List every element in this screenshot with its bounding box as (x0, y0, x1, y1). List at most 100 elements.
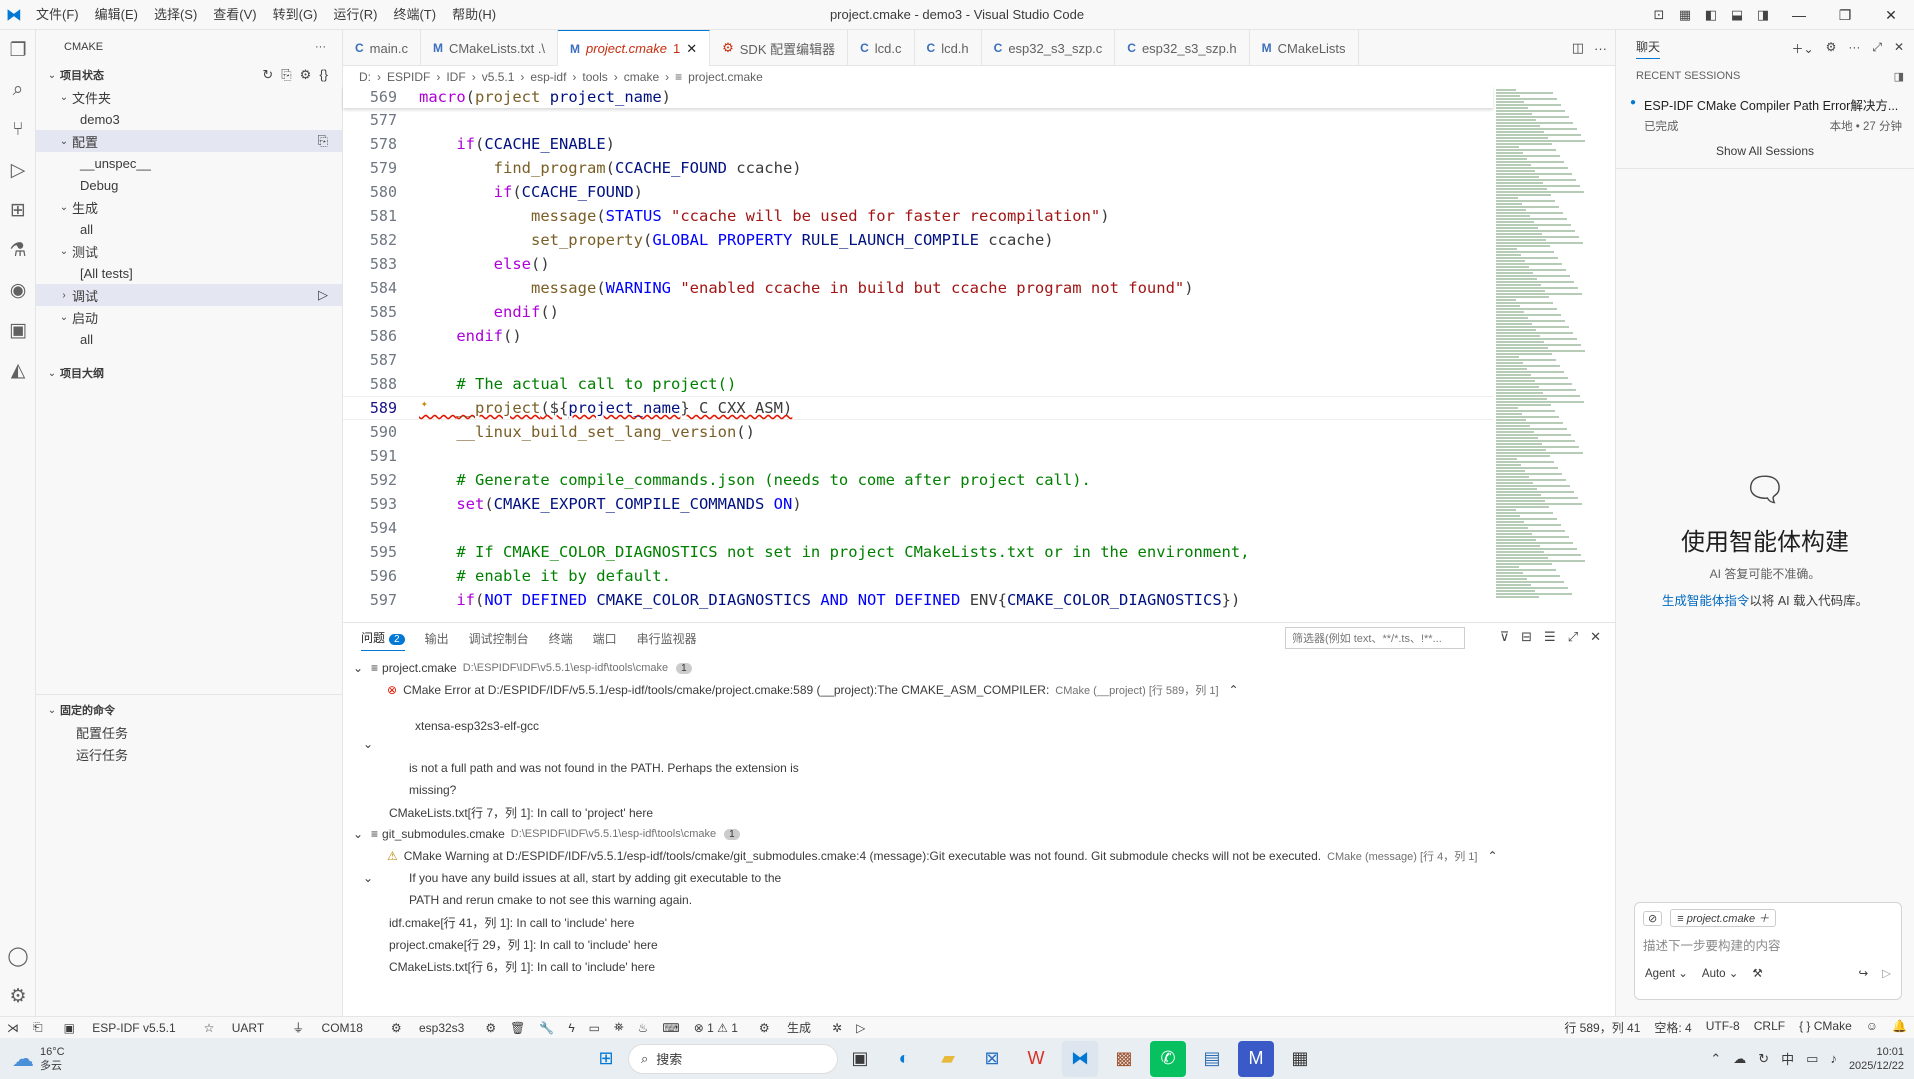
status-build[interactable]: ⚙ 生成 (745, 1019, 825, 1036)
chat-input-box[interactable]: ⊘ ≡ project.cmake ＋ 描述下一步要构建的内容 Agent ⌄ … (1634, 902, 1902, 1000)
task-view-icon[interactable]: ▣ (842, 1041, 878, 1077)
filter-icon[interactable]: ⊽ (1500, 629, 1510, 645)
testing-icon[interactable]: ⚗ (0, 230, 36, 270)
code-line[interactable]: 592 # Generate compile_commands.json (ne… (343, 468, 1493, 492)
code-line[interactable]: 586 endif() (343, 324, 1493, 348)
problem-file-row[interactable]: ⌄ ≡ git_submodules.cmake D:\ESPIDF\IDF\v… (343, 823, 1615, 845)
close-tab-icon[interactable]: ✕ (686, 41, 697, 57)
settings-icon[interactable]: ⚙ (300, 67, 312, 83)
chevron-down-icon[interactable]: ⌄ (363, 871, 409, 885)
breadcrumb-item[interactable]: v5.5.1 (482, 70, 515, 84)
code-line[interactable]: 587 (343, 348, 1493, 372)
clock[interactable]: 10:01 2025/12/22 (1849, 1045, 1904, 1073)
code-editor[interactable]: 569 macro(project project_name) 577 578 i… (343, 88, 1493, 622)
maximize-icon[interactable]: ⤢ (1872, 40, 1882, 57)
breadcrumb-item[interactable]: ESPIDF (387, 70, 430, 84)
problem-error-row[interactable]: ⊗ CMake Error at D:/ESPIDF/IDF/v5.5.1/es… (343, 679, 1615, 701)
cmake-icon[interactable]: ◭ (0, 350, 36, 390)
menu-file[interactable]: 文件(F) (28, 0, 87, 30)
new-chat-icon[interactable]: ＋⌄ (1792, 40, 1814, 57)
code-line[interactable]: 593 set(CMAKE_EXPORT_COMPILE_COMMANDS ON… (343, 492, 1493, 516)
refresh-icon[interactable]: ↻ (262, 67, 273, 83)
more-actions-icon[interactable]: ··· (315, 41, 326, 53)
menu-goto[interactable]: 转到(G) (265, 0, 326, 30)
new-file-icon[interactable]: ⎘ (281, 67, 291, 83)
run-icon[interactable]: ▷ (849, 1021, 872, 1035)
wps-icon[interactable]: W (1018, 1041, 1054, 1077)
tree-test[interactable]: ⌄ 测试 (36, 240, 342, 262)
menu-help[interactable]: 帮助(H) (444, 0, 504, 30)
code-line[interactable]: 580 if(CCACHE_FOUND) (343, 180, 1493, 204)
code-line[interactable]: 595 # If CMAKE_COLOR_DIAGNOSTICS not set… (343, 540, 1493, 564)
edge-icon[interactable]: ◐ (886, 1041, 922, 1077)
panel-tab-output[interactable]: 输出 (425, 630, 449, 647)
toggle-panel-icon[interactable]: ⬓ (1724, 7, 1750, 23)
mode-picker[interactable]: Agent ⌄ (1645, 966, 1688, 980)
problems-filter-input[interactable]: 筛选器(例如 text、**/*.ts、!**... (1285, 627, 1465, 649)
code-line[interactable]: 585 endif() (343, 300, 1493, 324)
panel-tab-serial-monitor[interactable]: 串行监视器 (637, 630, 697, 647)
edit-config-icon[interactable]: ⎘ (318, 133, 328, 149)
espressif-icon[interactable]: ◉ (0, 270, 36, 310)
tree-demo3[interactable]: demo3 (36, 108, 342, 130)
panel-tab-problems[interactable]: 问题 2 (361, 629, 405, 651)
panel-tab-terminal[interactable]: 终端 (549, 630, 573, 647)
terminal-icon[interactable]: ⌨ (655, 1021, 686, 1035)
file-explorer-icon[interactable]: ▰ (930, 1041, 966, 1077)
tree-config-debug[interactable]: Debug (36, 174, 342, 196)
status-target[interactable]: ⚙ esp32s3 (377, 1021, 478, 1035)
generate-instructions-link[interactable]: 生成智能体指令 (1662, 594, 1750, 608)
run-debug-icon[interactable]: ▷ (0, 150, 36, 190)
extensions-icon[interactable]: ⊞ (0, 190, 36, 230)
code-line[interactable]: 577 (343, 108, 1493, 132)
code-line[interactable]: 579 find_program(CCACHE_FOUND ccache) (343, 156, 1493, 180)
code-line[interactable]: 583 else() (343, 252, 1493, 276)
pinned-run-task[interactable]: 运行任务 (36, 743, 342, 765)
more-actions-icon[interactable]: ··· (1848, 40, 1860, 57)
tab-main-c[interactable]: Cmain.c (343, 30, 421, 66)
menu-view[interactable]: 查看(V) (205, 0, 264, 30)
show-all-sessions-button[interactable]: Show All Sessions (1616, 144, 1914, 169)
menu-select[interactable]: 选择(S) (146, 0, 205, 30)
session-item[interactable]: ● ESP-IDF CMake Compiler Path Error解决方..… (1616, 83, 1914, 134)
full-clean-icon[interactable]: 🗑 (503, 1021, 532, 1035)
tree-launch-all[interactable]: all (36, 328, 342, 350)
status-cursor-position[interactable]: 行 589，列 41 (1557, 1019, 1647, 1036)
collapse-all-icon[interactable]: ⊟ (1521, 629, 1532, 645)
breadcrumb-item[interactable]: tools (582, 70, 607, 84)
code-line[interactable]: 578 if(CCACHE_ENABLE) (343, 132, 1493, 156)
related-info-row[interactable]: idf.cmake[行 41，列 1]: In call to 'include… (343, 911, 1615, 933)
network-icon[interactable]: ▭ (1806, 1051, 1818, 1067)
flash-icon[interactable]: ϟ (561, 1021, 581, 1035)
list-view-icon[interactable]: ☰ (1544, 629, 1556, 645)
breadcrumb-item[interactable]: IDF (446, 70, 465, 84)
ime-indicator[interactable]: 中 (1781, 1049, 1794, 1068)
explorer-icon[interactable]: ❐ (0, 30, 36, 70)
related-info-row[interactable]: CMakeLists.txt[行 6，列 1]: In call to 'inc… (343, 955, 1615, 977)
tree-config-unspec[interactable]: __unspec__ (36, 152, 342, 174)
taskbar-search[interactable]: ⌕ 搜索 (628, 1043, 838, 1074)
tab-sdk-config[interactable]: ⚙ SDK 配置编辑器 (710, 30, 849, 66)
code-line[interactable]: 596 # enable it by default. (343, 564, 1493, 588)
status-language[interactable]: { } CMake (1792, 1019, 1859, 1036)
menuconfig-icon[interactable]: ⚙ (478, 1021, 503, 1035)
tab-project-cmake[interactable]: Mproject.cmake 1 ✕ (558, 30, 711, 66)
related-info-row[interactable]: project.cmake[行 29，列 1]: In call to 'inc… (343, 933, 1615, 955)
close-chat-icon[interactable]: ✕ (1894, 40, 1904, 57)
code-line[interactable]: 594 (343, 516, 1493, 540)
chat-input[interactable]: 描述下一步要构建的内容 (1635, 933, 1901, 956)
account-icon[interactable]: ◯ (0, 936, 36, 976)
add-context-icon[interactable]: ＋ (1758, 913, 1769, 925)
tab-szp-c[interactable]: Cesp32_s3_szp.c (982, 30, 1116, 66)
context-chip[interactable]: ≡ project.cmake ＋ (1670, 909, 1777, 927)
tree-config[interactable]: ⌄ 配置 ⎘ (36, 130, 342, 152)
close-panel-icon[interactable]: ✕ (1590, 629, 1601, 645)
model-picker[interactable]: Auto ⌄ (1702, 966, 1739, 980)
copilot-icon[interactable]: ⊡ (1646, 7, 1672, 23)
tab-lcd-c[interactable]: Clcd.c (848, 30, 915, 66)
code-line[interactable]: 584 message(WARNING "enabled ccache in b… (343, 276, 1493, 300)
menu-edit[interactable]: 编辑(E) (87, 0, 146, 30)
pinned-configure-task[interactable]: 配置任务 (36, 721, 342, 743)
problem-file-row[interactable]: ⌄ ≡ project.cmake D:\ESPIDF\IDF\v5.5.1\e… (343, 657, 1615, 679)
status-problems[interactable]: ⊗ 1 ⚠ 1 (687, 1021, 745, 1035)
